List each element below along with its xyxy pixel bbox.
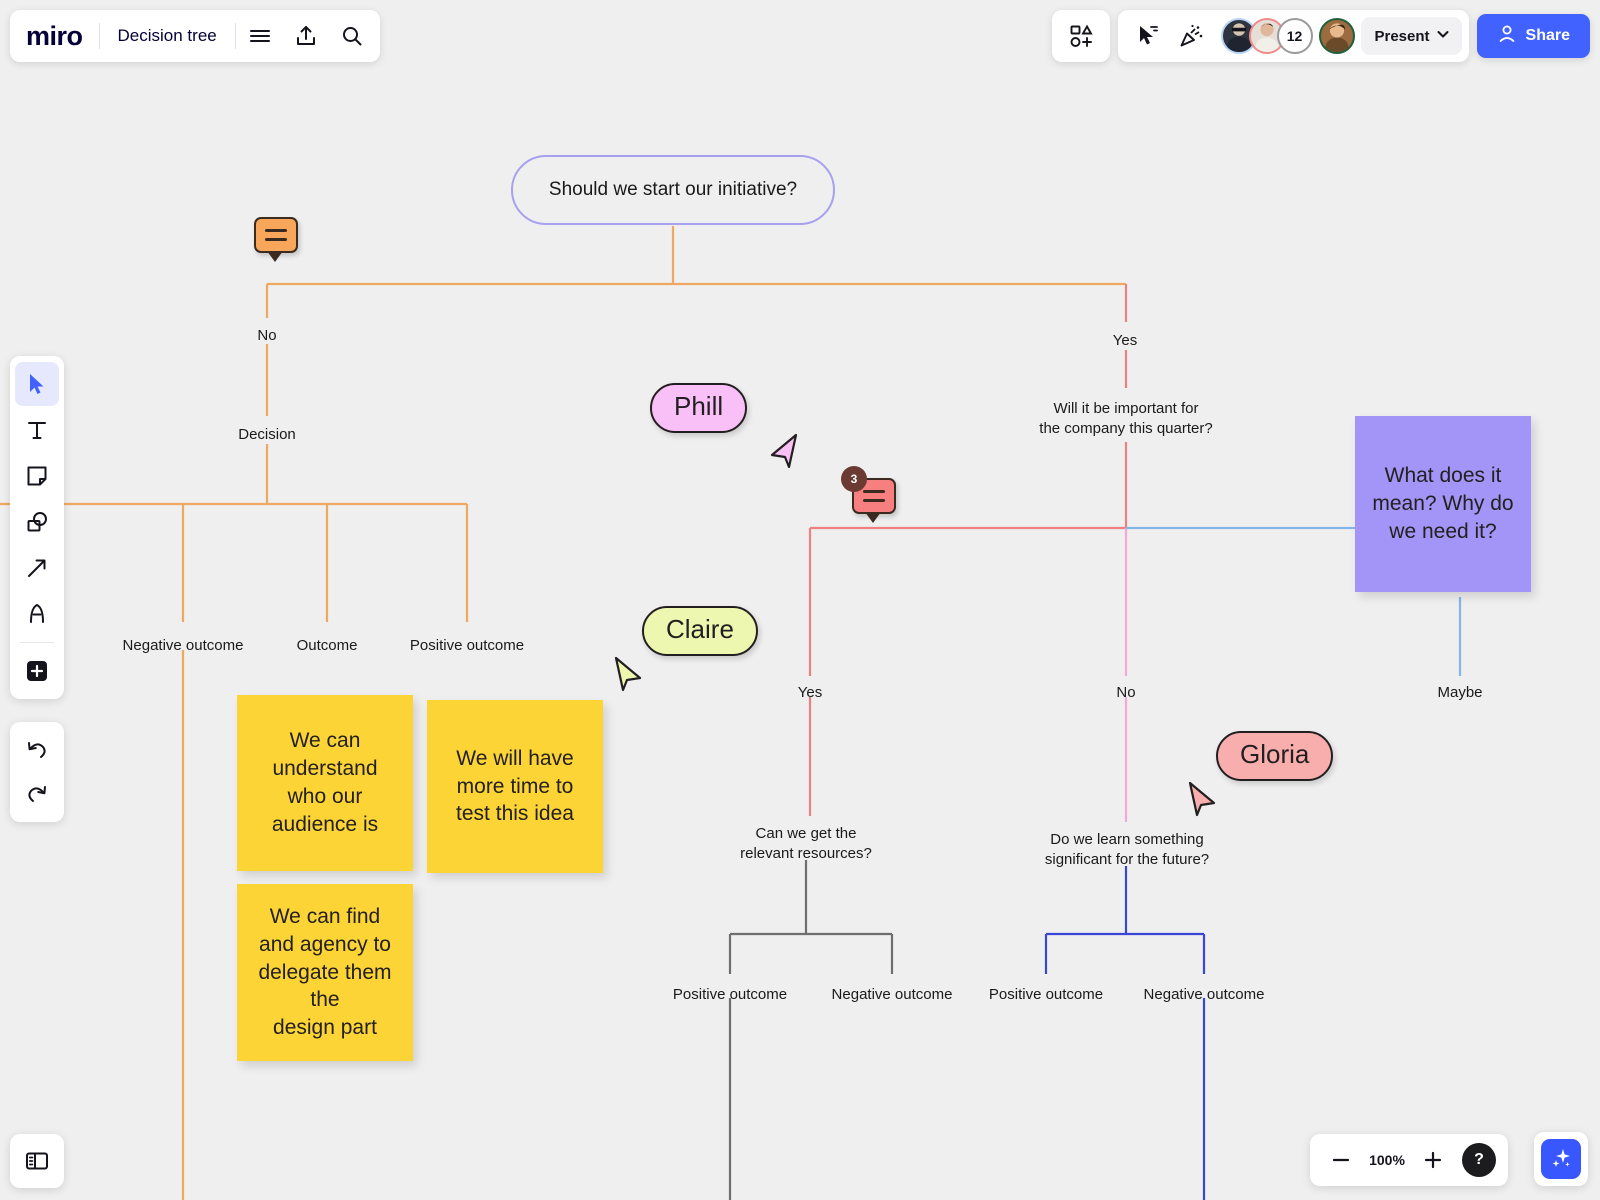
- diagram-label[interactable]: Positive outcome: [989, 985, 1103, 1005]
- diagram-label[interactable]: Will it be important for the company thi…: [1039, 399, 1212, 440]
- undo-redo-toolbar: [10, 722, 64, 822]
- select-tool[interactable]: [15, 362, 59, 406]
- undo-icon[interactable]: [15, 728, 59, 772]
- arrow-tool[interactable]: [15, 546, 59, 590]
- decision-root-node[interactable]: Should we start our initiative?: [511, 155, 835, 225]
- diagram-label[interactable]: Do we learn something significant for th…: [1045, 830, 1209, 871]
- comment-pin[interactable]: 3: [852, 478, 896, 514]
- apps-group: [1052, 10, 1110, 62]
- diagram-label[interactable]: Negative outcome: [123, 636, 244, 656]
- board-title[interactable]: Decision tree: [102, 26, 233, 46]
- diagram-label[interactable]: Negative outcome: [832, 985, 953, 1005]
- cursor-pointer-icon: [1184, 773, 1230, 824]
- diagram-label[interactable]: Can we get the relevant resources?: [740, 824, 872, 865]
- divider: [235, 23, 236, 49]
- divider: [20, 642, 54, 643]
- share-label: Share: [1526, 27, 1570, 45]
- diagram-label[interactable]: Yes: [1113, 331, 1137, 351]
- pen-tool[interactable]: [15, 592, 59, 636]
- miro-logo[interactable]: miro: [26, 21, 97, 52]
- zoom-in-button[interactable]: [1414, 1141, 1452, 1179]
- diagram-label[interactable]: No: [1116, 683, 1135, 703]
- collaborator-cursor-phill: Phill: [650, 383, 747, 433]
- comment-lines-icon: [256, 219, 296, 251]
- shapes-apps-icon[interactable]: [1059, 14, 1103, 58]
- diagram-label[interactable]: Positive outcome: [410, 636, 524, 656]
- sticky-note[interactable]: We can understand who our audience is: [237, 695, 413, 871]
- zoom-level-label[interactable]: 100%: [1364, 1152, 1410, 1168]
- root-node-text: Should we start our initiative?: [549, 179, 797, 201]
- help-button[interactable]: ?: [1462, 1143, 1496, 1177]
- cursor-share-icon[interactable]: [1125, 14, 1169, 58]
- share-button[interactable]: Share: [1477, 14, 1590, 58]
- present-label: Present: [1375, 28, 1430, 45]
- upload-icon[interactable]: [284, 14, 328, 58]
- shapes-tool[interactable]: [15, 500, 59, 544]
- chevron-down-icon[interactable]: [1434, 25, 1452, 48]
- celebrate-icon[interactable]: [1169, 14, 1213, 58]
- diagram-label[interactable]: Maybe: [1437, 683, 1482, 703]
- text-tool[interactable]: [15, 408, 59, 452]
- search-icon[interactable]: [330, 14, 374, 58]
- diagram-label[interactable]: Negative outcome: [1144, 985, 1265, 1005]
- more-tools[interactable]: [15, 649, 59, 693]
- left-toolbar: [10, 356, 64, 699]
- board-canvas[interactable]: Should we start our initiative? No Yes Dec…: [0, 0, 1600, 1200]
- diagram-label[interactable]: No: [257, 326, 276, 346]
- cursor-pointer-icon: [758, 425, 804, 476]
- comment-pin[interactable]: [254, 217, 298, 253]
- divider: [99, 23, 100, 49]
- menu-icon[interactable]: [238, 14, 282, 58]
- top-right-toolbar: 12 Present Share: [1052, 10, 1591, 62]
- comment-count-badge: 3: [841, 466, 867, 492]
- redo-icon[interactable]: [15, 772, 59, 816]
- comment-tail: [865, 512, 881, 523]
- collaborator-avatars[interactable]: 12: [1213, 18, 1355, 54]
- collaborator-cursor-gloria: Gloria: [1216, 731, 1333, 781]
- miro-ai-button[interactable]: [1534, 1132, 1588, 1186]
- diagram-label[interactable]: Outcome: [297, 636, 358, 656]
- sticky-note-tool[interactable]: [15, 454, 59, 498]
- panel-toggle-button[interactable]: [10, 1134, 64, 1188]
- sparkle-icon: [1541, 1139, 1581, 1179]
- collaborator-count[interactable]: 12: [1277, 18, 1313, 54]
- diagram-label[interactable]: Positive outcome: [673, 985, 787, 1005]
- cursor-pointer-icon: [610, 648, 656, 699]
- collaborator-cursor-claire: Claire: [642, 606, 758, 656]
- diagram-label[interactable]: Yes: [798, 683, 822, 703]
- zoom-toolbar: 100% ?: [1310, 1134, 1508, 1186]
- collab-group: 12 Present: [1118, 10, 1469, 62]
- top-left-toolbar: miro Decision tree: [10, 10, 380, 62]
- avatar-current-user[interactable]: [1319, 18, 1355, 54]
- sticky-note[interactable]: What does it mean? Why do we need it?: [1355, 416, 1531, 592]
- sticky-note[interactable]: We will have more time to test this idea: [427, 700, 603, 873]
- sticky-note[interactable]: We can find and agency to delegate them …: [237, 884, 413, 1061]
- person-add-icon: [1497, 24, 1517, 49]
- present-dropdown[interactable]: Present: [1361, 17, 1462, 55]
- zoom-out-button[interactable]: [1322, 1141, 1360, 1179]
- diagram-label[interactable]: Decision: [238, 425, 296, 445]
- miro-board-app: Should we start our initiative? No Yes Dec…: [0, 0, 1600, 1200]
- comment-tail: [267, 251, 283, 262]
